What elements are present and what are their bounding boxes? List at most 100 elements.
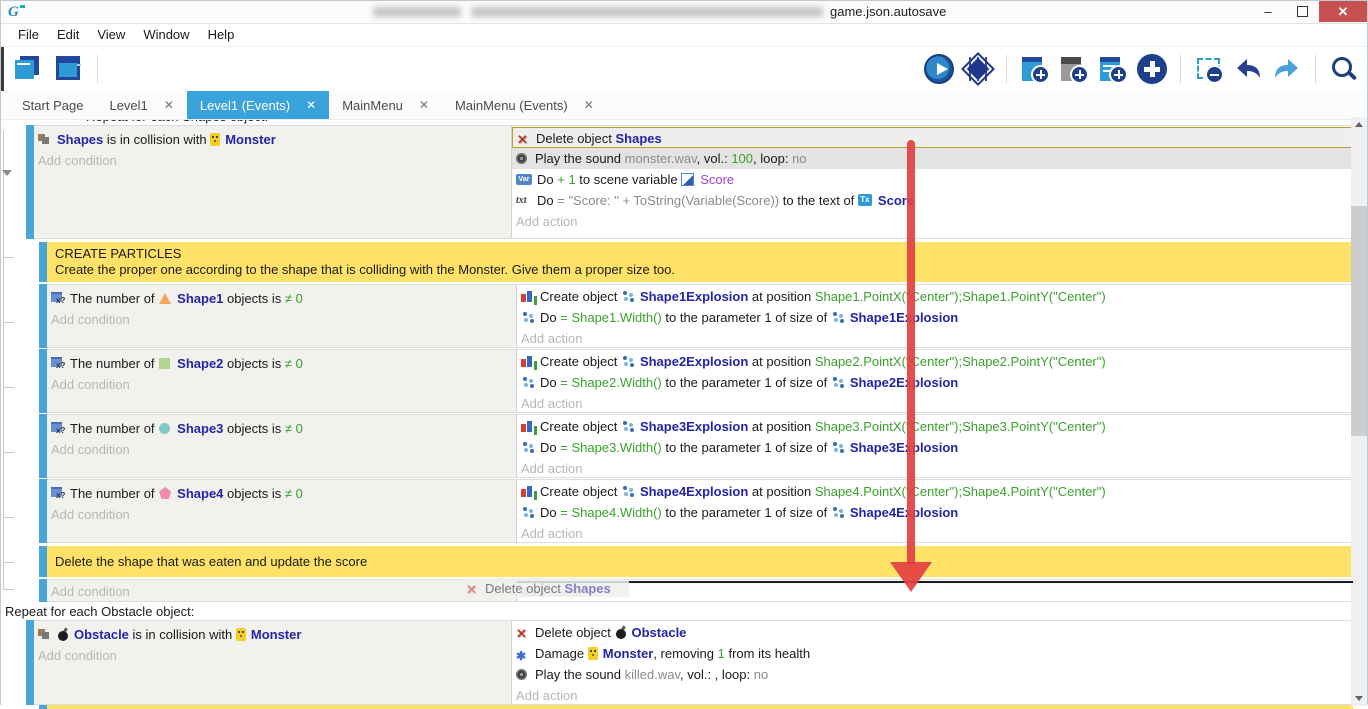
tab-mainmenu-events[interactable]: MainMenu (Events)✕: [442, 91, 607, 119]
comment-block[interactable]: Delete the shape that was eaten and upda…: [39, 546, 1353, 577]
add-condition-button[interactable]: Add condition: [47, 374, 516, 395]
minimize-button[interactable]: –: [1251, 1, 1285, 22]
add-condition-button[interactable]: Add condition: [47, 309, 516, 330]
tab-close-icon[interactable]: ✕: [584, 98, 594, 112]
add-condition-button[interactable]: Add condition: [47, 581, 516, 602]
close-button[interactable]: ✕: [1319, 1, 1367, 22]
add-new-button[interactable]: [1137, 54, 1167, 84]
text-segment: Do: [540, 375, 560, 390]
text-segment: = "Score: " + ToString(Variable(Score)): [557, 193, 779, 208]
text-segment: ≠ 0: [285, 421, 303, 436]
action-row[interactable]: Do = Shape1.Width() to the parameter 1 o…: [517, 307, 1352, 328]
search-icon[interactable]: [1329, 54, 1359, 84]
text-segment: Damage: [535, 646, 588, 661]
action-row[interactable]: Create object Shape3Explosion at positio…: [517, 416, 1352, 437]
action-row[interactable]: Play the sound monster.wav, vol.: 100, l…: [512, 148, 1352, 169]
event-bar[interactable]: [39, 414, 47, 478]
menu-file[interactable]: File: [9, 24, 48, 46]
action-row[interactable]: Do = Shape4.Width() to the parameter 1 o…: [517, 502, 1352, 523]
action-row[interactable]: Delete object Shapes: [466, 581, 611, 596]
condition-row[interactable]: Shapes is in collision with Monster: [34, 129, 511, 150]
action-row[interactable]: Delete object Obstacle: [512, 622, 1352, 643]
tab-start-page[interactable]: Start Page: [9, 91, 96, 119]
annotation-arrow-head: [890, 562, 932, 592]
redacted-title-text: [471, 7, 823, 17]
scroll-up-icon[interactable]: [1351, 117, 1367, 132]
menu-edit[interactable]: Edit: [48, 24, 88, 46]
condition-row[interactable]: The number of Shape1 objects is ≠ 0: [47, 288, 516, 309]
add-external-events-button[interactable]: [1059, 54, 1089, 84]
add-condition-button[interactable]: Add condition: [47, 439, 516, 460]
action-row[interactable]: Damage Monster, removing 1 from its heal…: [512, 643, 1352, 664]
restore-button[interactable]: [1285, 1, 1319, 22]
action-row[interactable]: Create object Shape2Explosion at positio…: [517, 351, 1352, 372]
tab-mainmenu[interactable]: MainMenu✕: [329, 91, 442, 119]
condition-row[interactable]: The number of Shape4 objects is ≠ 0: [47, 483, 516, 504]
scene-editor-icon[interactable]: [53, 54, 83, 84]
tab-close-icon[interactable]: ✕: [306, 98, 316, 112]
action-row[interactable]: Create object Shape1Explosion at positio…: [517, 286, 1352, 307]
damage-icon: [516, 647, 531, 660]
event-bar[interactable]: [26, 620, 34, 705]
undo-button[interactable]: [1233, 54, 1263, 84]
redo-button[interactable]: [1272, 54, 1302, 84]
menu-window[interactable]: Window: [134, 24, 198, 46]
action-row[interactable]: Create object Shape4Explosion at positio…: [517, 481, 1352, 502]
event-bar[interactable]: [39, 579, 47, 602]
count-icon: [51, 487, 66, 500]
action-row[interactable]: Delete object Shapes: [512, 127, 1352, 148]
event-bar: [39, 705, 47, 709]
debugger-icon[interactable]: [963, 54, 993, 84]
tab-close-icon[interactable]: ✕: [164, 98, 174, 112]
add-action-button[interactable]: Add action: [512, 211, 1352, 232]
add-action-button[interactable]: Add action: [512, 685, 1352, 706]
condition-row[interactable]: The number of Shape2 objects is ≠ 0: [47, 353, 516, 374]
scrollbar-thumb[interactable]: [1351, 206, 1367, 436]
project-manager-icon[interactable]: [13, 54, 43, 84]
condition-row[interactable]: The number of Shape3 objects is ≠ 0: [47, 418, 516, 439]
delete-icon: [517, 132, 532, 145]
sound-icon: [516, 668, 531, 681]
scene-variable-icon: [681, 173, 696, 186]
add-action-button[interactable]: Add action: [517, 458, 1352, 479]
event-bar[interactable]: [39, 479, 47, 543]
text-action-icon: [516, 194, 533, 207]
action-row[interactable]: Do = "Score: " + ToString(Variable(Score…: [512, 190, 1352, 211]
event-bar[interactable]: [39, 284, 47, 348]
event-foreach-header[interactable]: Repeat for each Obstacle object:: [1, 603, 1353, 620]
toolbar-separator: [1315, 55, 1316, 83]
text-segment: , vol.:: [697, 151, 732, 166]
text-segment: Shape1.PointX("Center");Shape1.PointY("C…: [815, 289, 1106, 304]
add-action-button[interactable]: Add action: [517, 523, 1352, 544]
action-row[interactable]: Do = Shape3.Width() to the parameter 1 o…: [517, 437, 1352, 458]
menu-bar: File Edit View Window Help: [1, 24, 1367, 47]
action-row[interactable]: Play the sound killed.wav, vol.: , loop:…: [512, 664, 1352, 685]
event-block: The number of Shape1 objects is ≠ 0Add c…: [39, 284, 1353, 348]
remove-selection-button[interactable]: [1194, 54, 1224, 84]
add-action-button[interactable]: Add action: [517, 393, 1352, 414]
action-row[interactable]: Do + 1 to scene variable Score: [512, 169, 1352, 190]
add-condition-button[interactable]: Add condition: [34, 645, 511, 666]
menu-help[interactable]: Help: [199, 24, 244, 46]
play-button[interactable]: [924, 54, 954, 84]
condition-row[interactable]: Obstacle is in collision with Monster: [34, 624, 511, 645]
delete-icon: [516, 626, 531, 639]
app-logo-icon: G: [8, 4, 24, 20]
add-condition-button[interactable]: Add condition: [47, 504, 516, 525]
add-action-button[interactable]: Add action: [517, 328, 1352, 349]
action-row[interactable]: Do = Shape2.Width() to the parameter 1 o…: [517, 372, 1352, 393]
add-external-layout-button[interactable]: [1098, 54, 1128, 84]
tab-close-icon[interactable]: ✕: [419, 98, 429, 112]
tab-level1-events[interactable]: Level1 (Events)✕: [187, 91, 329, 119]
menu-view[interactable]: View: [88, 24, 134, 46]
scroll-down-icon[interactable]: [1351, 691, 1367, 706]
event-bar[interactable]: [26, 125, 34, 239]
tab-level1[interactable]: Level1✕: [96, 91, 186, 119]
toolbar-separator: [97, 55, 98, 83]
particle-icon: [831, 376, 846, 389]
add-scene-button[interactable]: [1020, 54, 1050, 84]
comment-block[interactable]: CREATE PARTICLES Create the proper one a…: [39, 242, 1353, 282]
add-action-button[interactable]: Add action: [517, 581, 1352, 602]
event-bar[interactable]: [39, 349, 47, 413]
add-condition-button[interactable]: Add condition: [34, 150, 511, 171]
